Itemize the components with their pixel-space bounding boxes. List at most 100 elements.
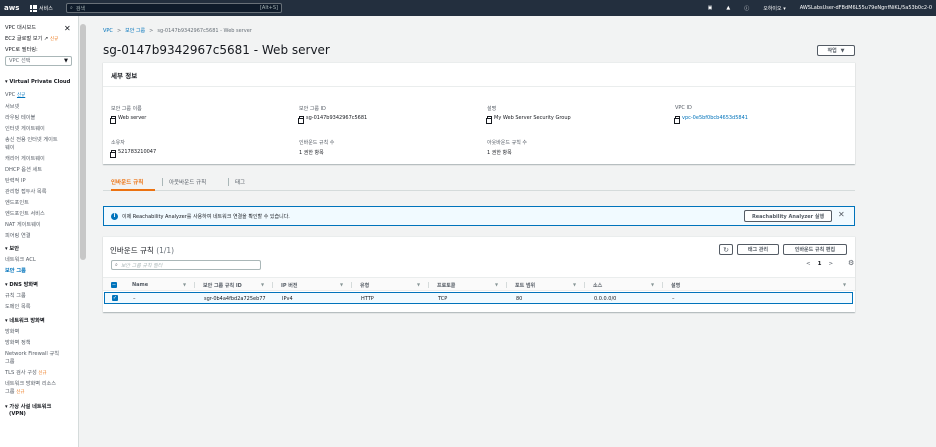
sidebar-item-peering[interactable]: 피어링 연결 [5, 232, 31, 239]
sidebar-item-vpc[interactable]: VPC 신규 [5, 92, 25, 98]
sort-icon[interactable]: ▼ [495, 282, 498, 287]
copy-icon[interactable] [110, 149, 116, 158]
sort-icon[interactable]: ▼ [573, 282, 576, 287]
sidebar-item-firewalls[interactable]: 방화벽 [5, 328, 19, 335]
cell-type: HTTP [361, 296, 374, 302]
col-rule-id[interactable]: 보안 그룹 규칙 ID [203, 282, 242, 289]
sidebar-dashboard[interactable]: VPC 대시보드 [5, 24, 36, 31]
sidebar-item-nfw-rule-groups[interactable]: Network Firewall 규칙 [5, 350, 59, 357]
sort-icon[interactable]: ▼ [183, 282, 186, 287]
search-shortcut: [Alt+S] [259, 5, 278, 11]
sidebar-item-tls[interactable]: TLS 검사 구성 신규 [5, 369, 47, 376]
sidebar-item-endpoint-services[interactable]: 엔드포인트 서비스 [5, 210, 45, 217]
col-protocol[interactable]: 프로토콜 [437, 282, 455, 289]
tab-outbound-rules[interactable]: 아웃바운드 규칙 [169, 178, 206, 186]
sidebar-item-eigw-2[interactable]: 웨이 [5, 144, 15, 151]
manage-tags-button[interactable]: 태그 관리 [737, 244, 779, 255]
row-checkbox[interactable]: ✓ [112, 295, 118, 301]
sidebar-item-prefix-lists[interactable]: 관리형 접두사 목록 [5, 188, 46, 195]
sidebar-item-firewall-policies[interactable]: 방화벽 정책 [5, 339, 31, 346]
tab-tags[interactable]: 태그 [235, 178, 245, 186]
col-source[interactable]: 소스 [593, 282, 602, 289]
select-all-checkbox[interactable]: − [111, 282, 117, 288]
sidebar-item-eigw[interactable]: 송신 전용 인터넷 게이트 [5, 136, 58, 143]
rules-filter-input[interactable]: ⌕ 보안 그룹 규칙 필터 [111, 260, 261, 270]
sidebar-item-endpoints[interactable]: 엔드포인트 [5, 199, 29, 206]
global-search-input[interactable]: ⌕ 검색 [Alt+S] [66, 3, 282, 13]
sidebar-item-eip[interactable]: 탄력적 IP [5, 177, 26, 184]
sidebar-item-domain-lists[interactable]: 도메인 목록 [5, 303, 31, 310]
col-divider [428, 282, 429, 288]
sidebar-item-nacl[interactable]: 네트워크 ACL [5, 256, 36, 263]
sidebar-ec2-global[interactable]: EC2 글로벌 보기 ↗ 신규 [5, 35, 58, 42]
refresh-button[interactable]: ↻ [719, 244, 733, 255]
section-vpn[interactable]: ▾ 가상 사설 네트워크 [5, 403, 51, 410]
col-port-range[interactable]: 포트 범위 [515, 282, 535, 289]
field-value-owner: 521783210047 [110, 149, 156, 158]
sort-icon[interactable]: ▼ [843, 282, 846, 287]
sidebar-item-security-groups[interactable]: 보안 그룹 [5, 267, 26, 274]
sidebar-item-dhcp[interactable]: DHCP 옵션 세트 [5, 166, 42, 173]
field-value-vpc-id[interactable]: vpc-0e5bf0bcb4653d5841 [674, 115, 748, 124]
sidebar-scrollbar[interactable] [79, 16, 87, 447]
cell-rule-id: sgr-0b4a4fbd2a725eb77 [204, 296, 266, 302]
section-vpc[interactable]: ▾ Virtual Private Cloud [5, 79, 70, 85]
sidebar-item-route-tables[interactable]: 라우팅 테이블 [5, 114, 35, 121]
bell-icon[interactable]: ▲ [726, 5, 730, 11]
sort-icon[interactable]: ▼ [651, 282, 654, 287]
info-banner: i 이제 Reachability Analyzer를 사용하여 네트워크 연결… [103, 206, 855, 226]
copy-icon[interactable] [486, 115, 492, 124]
breadcrumb-vpc[interactable]: VPC [103, 28, 113, 34]
sidebar-item-igw[interactable]: 인터넷 게이트웨이 [5, 125, 45, 132]
col-ip-version[interactable]: IP 버전 [281, 282, 297, 289]
reachability-analyzer-button[interactable]: Reachability Analyzer 실행 [744, 210, 832, 222]
next-page-icon[interactable]: > [828, 261, 833, 267]
region-selector[interactable]: 오하이오 ▾ [763, 5, 786, 12]
sidebar-item-resource-groups-2[interactable]: 그룹 신규 [5, 388, 24, 395]
breadcrumb-security-groups[interactable]: 보안 그룹 [125, 28, 145, 34]
actions-button[interactable]: 작업 ▼ [817, 45, 855, 56]
account-menu[interactable]: AWSLabsUser-dFBdM6L55u79eNgnfNiKL/5a53b0… [800, 5, 932, 11]
col-name[interactable]: Name [132, 282, 148, 288]
breadcrumb-current: sg-0147b9342967c5681 - Web server [157, 28, 252, 34]
tab-divider [228, 178, 229, 186]
close-icon[interactable]: ✕ [838, 210, 845, 219]
page-number[interactable]: 1 [818, 261, 822, 267]
sidebar-item-rule-groups[interactable]: 규칙 그룹 [5, 292, 26, 299]
sidebar-item-subnets[interactable]: 서브넷 [5, 103, 19, 110]
col-type[interactable]: 유형 [360, 282, 369, 289]
chevron-right-icon: > [116, 28, 122, 34]
aws-logo[interactable]: aws [4, 4, 26, 12]
sort-icon[interactable]: ▼ [417, 282, 420, 287]
sort-icon[interactable]: ▼ [261, 282, 264, 287]
col-description[interactable]: 설명 [671, 282, 680, 289]
sidebar-item-resource-groups[interactable]: 네트워크 방화벽 리소스 [5, 380, 56, 387]
close-icon[interactable]: ✕ [64, 24, 71, 33]
section-security[interactable]: ▾ 보안 [5, 245, 19, 252]
section-dns-firewall[interactable]: ▾ DNS 방화벽 [5, 281, 38, 288]
prev-page-icon[interactable]: < [806, 261, 811, 267]
services-menu[interactable]: 서비스 [30, 4, 60, 12]
edit-inbound-rules-button[interactable]: 인바운드 규칙 편집 [783, 244, 847, 255]
section-network-firewall[interactable]: ▾ 네트워크 방화벽 [5, 317, 45, 324]
cloudshell-icon[interactable]: ▣ [708, 5, 713, 11]
tab-inbound-rules[interactable]: 인바운드 규칙 [111, 178, 143, 186]
table-row[interactable]: ✓ – sgr-0b4a4fbd2a725eb77 IPv4 HTTP TCP … [104, 292, 853, 304]
field-label-sg-name: 보안 그룹 이름 [111, 106, 142, 112]
copy-icon[interactable] [298, 115, 304, 124]
cell-source: 0.0.0.0/0 [594, 296, 617, 302]
inbound-rules-panel: 인바운드 규칙 (1/1) ↻ 태그 관리 인바운드 규칙 편집 ⌕ 보안 그룹 … [103, 236, 855, 312]
help-icon[interactable]: ⓘ [744, 5, 749, 12]
scrollbar-thumb[interactable] [80, 24, 86, 260]
copy-icon[interactable] [110, 115, 116, 124]
sidebar: VPC 대시보드 ✕ EC2 글로벌 보기 ↗ 신규 VPC로 필터링: VPC… [0, 16, 79, 447]
sort-icon[interactable]: ▼ [340, 282, 343, 287]
gear-icon[interactable]: ⚙ [848, 259, 854, 267]
sidebar-item-nat[interactable]: NAT 게이트웨이 [5, 221, 41, 228]
vpc-filter-select[interactable]: VPC 선택 ▼ [5, 56, 72, 66]
sidebar-item-nfw-rule-groups-2[interactable]: 그룹 [5, 358, 15, 365]
col-divider [584, 282, 585, 288]
copy-icon[interactable] [674, 115, 680, 124]
cell-port-range: 80 [516, 296, 523, 302]
sidebar-item-carrier-gw[interactable]: 캐리어 게이트웨이 [5, 155, 45, 162]
